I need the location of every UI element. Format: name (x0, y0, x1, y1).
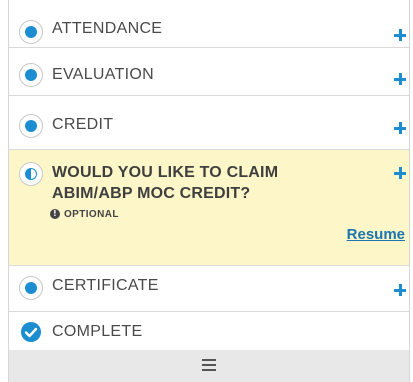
step-status-icon (19, 63, 43, 87)
step-claim-moc-credit[interactable]: WOULD YOU LIKE TO CLAIM ABIM/ABP MOC CRE… (9, 150, 409, 266)
step-evaluation-label: EVALUATION (52, 66, 154, 83)
optional-label: OPTIONAL (64, 209, 119, 220)
step-attendance-label: ATTENDANCE (52, 20, 163, 37)
info-icon: ! (50, 209, 60, 220)
step-credit-label: CREDIT (52, 116, 114, 133)
step-certificate-label: CERTIFICATE (52, 277, 159, 294)
step-credit[interactable]: CREDIT (9, 96, 409, 150)
step-evaluation[interactable]: EVALUATION (9, 48, 409, 96)
hamburger-menu-icon[interactable] (202, 359, 216, 371)
claim-moc-credit-title: WOULD YOU LIKE TO CLAIM ABIM/ABP MOC CRE… (52, 164, 279, 202)
plus-icon[interactable] (393, 166, 407, 180)
plus-icon[interactable] (393, 121, 407, 135)
step-complete: COMPLETE (9, 312, 409, 350)
step-status-icon (19, 276, 43, 300)
check-circle-icon (21, 322, 41, 342)
step-status-icon (19, 20, 43, 44)
footer-bar (8, 350, 410, 382)
step-complete-label: COMPLETE (52, 323, 143, 340)
plus-icon[interactable] (393, 72, 407, 86)
step-certificate[interactable]: CERTIFICATE (9, 266, 409, 312)
resume-link[interactable]: Resume (347, 226, 405, 243)
step-attendance[interactable]: ATTENDANCE (9, 0, 409, 48)
optional-badge: ! OPTIONAL (50, 209, 119, 220)
progress-steps-panel: ATTENDANCE EVALUATION CREDIT WOULD YOU L… (8, 0, 410, 350)
step-status-icon (19, 114, 43, 138)
plus-icon[interactable] (393, 283, 407, 297)
step-partial-status-icon (19, 162, 43, 186)
plus-icon[interactable] (393, 28, 407, 42)
